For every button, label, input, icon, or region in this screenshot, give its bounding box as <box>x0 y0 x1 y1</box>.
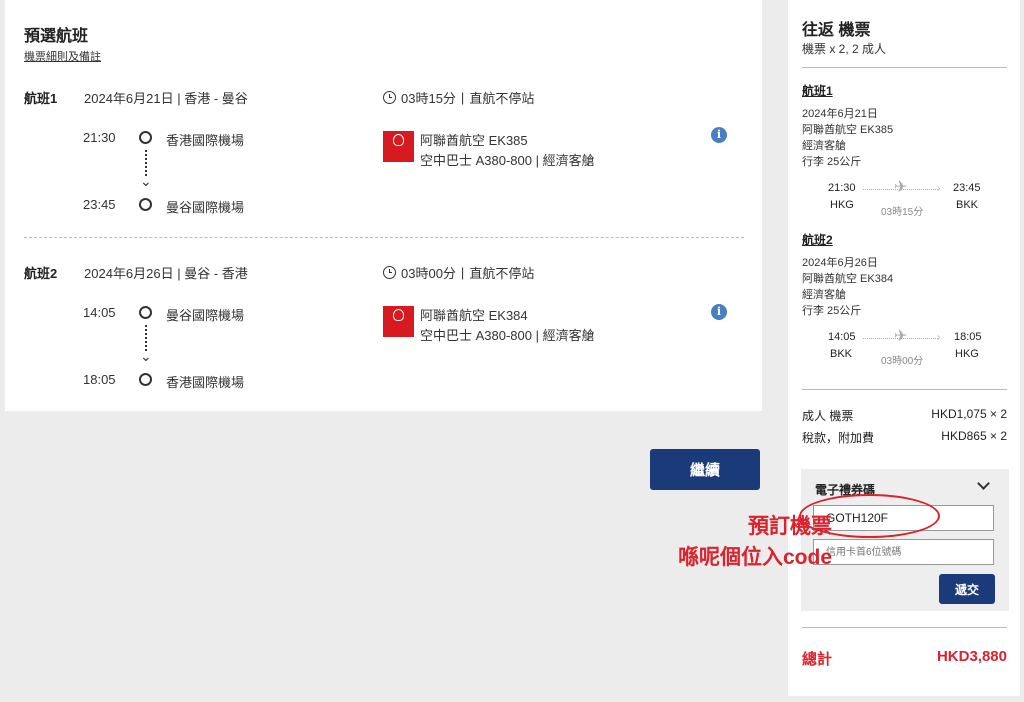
leg-2-title[interactable]: 航班2 <box>802 231 833 248</box>
leg-baggage: 行李 25公斤 <box>802 156 862 168</box>
leg-1-title[interactable]: 航班1 <box>802 82 833 99</box>
mini-duration: 03時00分 <box>881 356 924 367</box>
duration-text: 03時00分 <box>401 266 456 281</box>
departure-time: 14:05 <box>83 305 116 320</box>
segment-2-duration: 03時00分 | 直航不停站 <box>383 263 534 282</box>
arrival-node-icon <box>139 198 152 211</box>
divider <box>802 67 1007 68</box>
segment-divider <box>24 237 744 238</box>
page-title: 預選航班 <box>24 28 89 45</box>
aircraft-type: 空中巴士 A380-800 <box>420 153 532 168</box>
adult-fare-label: 成人 機票 <box>802 409 854 423</box>
arrival-time: 23:45 <box>83 197 116 212</box>
annotation-line-2: 喺呢個位入code <box>677 546 832 569</box>
divider: | <box>460 90 465 105</box>
airplane-icon: ✈ <box>894 328 908 345</box>
segment-1-duration: 03時15分 | 直航不停站 <box>383 88 534 107</box>
mini-dep-code: HKG <box>830 199 854 211</box>
submit-button[interactable]: 遞交 <box>939 574 995 604</box>
segment-1-label: 航班1 <box>24 91 58 106</box>
continue-button[interactable]: 繼續 <box>650 449 760 490</box>
mini-arr-time: 23:45 <box>953 182 981 194</box>
total-label: 總計 <box>802 651 833 668</box>
departure-node-icon <box>139 131 152 144</box>
nonstop-text: 直航不停站 <box>469 266 535 281</box>
arrow-down-icon: ⌄ <box>140 173 152 189</box>
cabin-class: 經濟客艙 <box>542 328 595 343</box>
leg-airline: 阿聯酋航空 EK385 <box>802 124 894 136</box>
leg-cabin: 經濟客艙 <box>802 289 846 301</box>
arrow-down-icon: ⌄ <box>140 348 152 364</box>
mini-arr-code: HKG <box>955 348 979 360</box>
mini-duration: 03時15分 <box>881 207 924 218</box>
info-icon[interactable]: i <box>711 304 727 320</box>
aircraft-cabin: 空中巴士 A380-800 | 經濟客艙 <box>420 150 595 169</box>
divider: | <box>535 328 540 343</box>
clock-icon <box>383 266 396 279</box>
arrival-node-icon <box>139 373 152 386</box>
voucher-section: 電子禮券碼 遞交 <box>801 469 1009 611</box>
flight-details-panel: 預選航班 機票細則及備註 航班1 2024年6月21日 | 香港 - 曼谷 03… <box>5 0 762 411</box>
mini-dep-time: 21:30 <box>828 182 856 194</box>
card-prefix-input[interactable] <box>813 539 994 565</box>
mini-dep-time: 14:05 <box>828 331 856 343</box>
segment-2-date-route: 2024年6月26日 | 曼谷 - 香港 <box>84 266 248 281</box>
summary-subtitle: 機票 x 2, 2 成人 <box>802 42 887 56</box>
tax-value: HKD865 × 2 <box>941 429 1007 443</box>
arrow-right-icon: › <box>937 183 941 194</box>
tax-label: 稅款，附加費 <box>802 431 875 445</box>
arrival-time: 18:05 <box>83 372 116 387</box>
departure-airport: 香港國際機場 <box>166 133 245 148</box>
leg-cabin: 經濟客艙 <box>802 140 846 152</box>
departure-time: 21:30 <box>83 130 116 145</box>
annotation-text: 預訂機票 喺呢個位入code <box>632 511 832 573</box>
emirates-logo-icon <box>383 131 414 162</box>
mini-arr-code: BKK <box>956 199 979 211</box>
aircraft-type: 空中巴士 A380-800 <box>420 328 532 343</box>
segment-2-label: 航班2 <box>24 266 58 281</box>
duration-text: 03時15分 <box>401 91 456 106</box>
leg-airline: 阿聯酋航空 EK384 <box>802 273 894 285</box>
aircraft-cabin: 空中巴士 A380-800 | 經濟客艙 <box>420 325 595 344</box>
airline-flight: 阿聯酋航空 EK385 <box>420 133 528 148</box>
divider <box>802 627 1007 628</box>
airline-flight: 阿聯酋航空 EK384 <box>420 308 528 323</box>
fare-rules-link[interactable]: 機票細則及備註 <box>24 48 101 64</box>
divider: | <box>535 153 540 168</box>
adult-fare-value: HKD1,075 × 2 <box>931 407 1007 421</box>
summary-title: 往返 機票 <box>802 22 871 39</box>
booking-summary-panel: 往返 機票 機票 x 2, 2 成人 航班1 2024年6月21日 阿聯酋航空 … <box>788 0 1020 696</box>
annotation-line-1: 預訂機票 <box>748 515 832 538</box>
arrival-airport: 曼谷國際機場 <box>166 200 245 215</box>
divider <box>802 389 1007 390</box>
divider: | <box>460 265 465 280</box>
airplane-icon: ✈ <box>894 179 908 196</box>
info-icon[interactable]: i <box>711 127 727 143</box>
mini-dep-code: BKK <box>830 348 853 360</box>
cabin-class: 經濟客艙 <box>542 153 595 168</box>
emirates-logo-icon <box>383 306 414 337</box>
clock-icon <box>383 91 396 104</box>
leg-baggage: 行李 25公斤 <box>802 305 862 317</box>
arrival-airport: 香港國際機場 <box>166 375 245 390</box>
chevron-down-icon[interactable] <box>977 477 990 490</box>
mini-arr-time: 18:05 <box>954 331 982 343</box>
leg-date: 2024年6月21日 <box>802 108 878 120</box>
departure-node-icon <box>139 306 152 319</box>
departure-airport: 曼谷國際機場 <box>166 308 245 323</box>
nonstop-text: 直航不停站 <box>469 91 535 106</box>
arrow-right-icon: › <box>937 332 941 343</box>
segment-1-date-route: 2024年6月21日 | 香港 - 曼谷 <box>84 91 248 106</box>
leg-date: 2024年6月26日 <box>802 257 878 269</box>
total-value: HKD3,880 <box>936 648 1007 665</box>
